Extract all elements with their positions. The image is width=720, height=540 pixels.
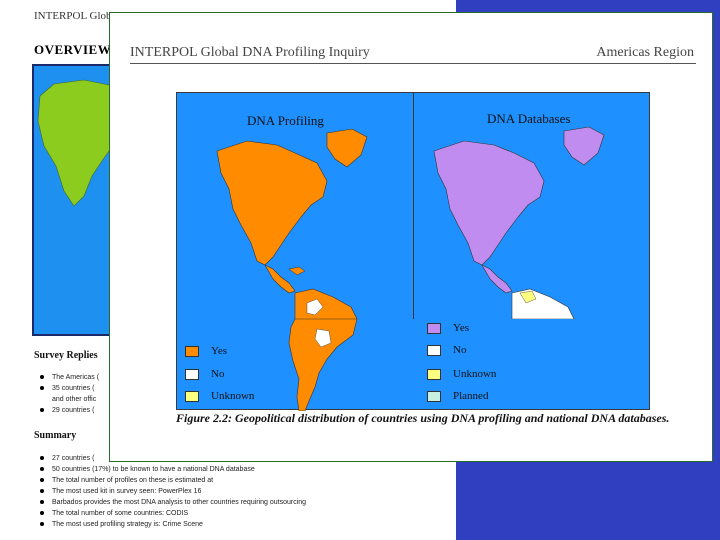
legend-swatch [427,368,441,380]
legend-swatch [427,322,441,334]
list-item: The total number of some countries: CODI… [40,510,306,519]
background-page-title: OVERVIEW [34,42,112,57]
summary-list: 27 countries ( 50 countries (17%) to be … [40,455,306,532]
databases-legend-no: No [427,344,466,356]
legend-swatch [185,390,199,402]
list-item: The Americas ( [40,374,99,383]
list-item: 50 countries (17%) to be known to have a… [40,466,306,475]
legend-swatch [427,344,441,356]
dna-profiling-map [216,128,368,319]
list-item: Barbados provides the most DNA analysis … [40,499,306,508]
survey-heading: Survey Replies [34,350,98,361]
databases-legend-yes: Yes [427,322,469,334]
list-item: and other offic [52,396,97,403]
background-page-header: INTERPOL Global [34,10,120,22]
survey-list: The Americas ( 35 countries ( and other … [40,374,99,418]
window-title: INTERPOL Global DNA Profiling Inquiry [130,45,370,60]
databases-legend-planned: Planned [427,390,488,402]
dna-databases-map [433,126,605,319]
inquiry-window: INTERPOL Global DNA Profiling Inquiry Am… [109,12,713,462]
list-item: 29 countries ( [40,407,99,416]
title-rule [130,63,696,64]
list-item: The most used profiling strategy is: Cri… [40,521,306,530]
databases-legend-unknown: Unknown [427,368,496,380]
list-item: The most used kit in survey seen: PowerP… [40,488,306,497]
list-item: The total number of profiles on these is… [40,477,306,486]
profiling-legend-yes: Yes [185,345,227,357]
list-item: 35 countries ( [40,385,99,394]
legend-swatch [185,345,199,357]
summary-heading: Summary [34,430,77,441]
figure-caption: Figure 2.2: Geopolitical distribution of… [176,411,670,425]
profiling-legend-no: No [185,368,224,380]
dna-map-figure: DNA Profiling DNA Databases Yes No Unkno… [176,92,650,411]
region-label: Americas Region [596,45,694,60]
legend-swatch [185,368,199,380]
profiling-legend-unknown: Unknown [185,390,254,402]
legend-swatch [427,390,441,402]
